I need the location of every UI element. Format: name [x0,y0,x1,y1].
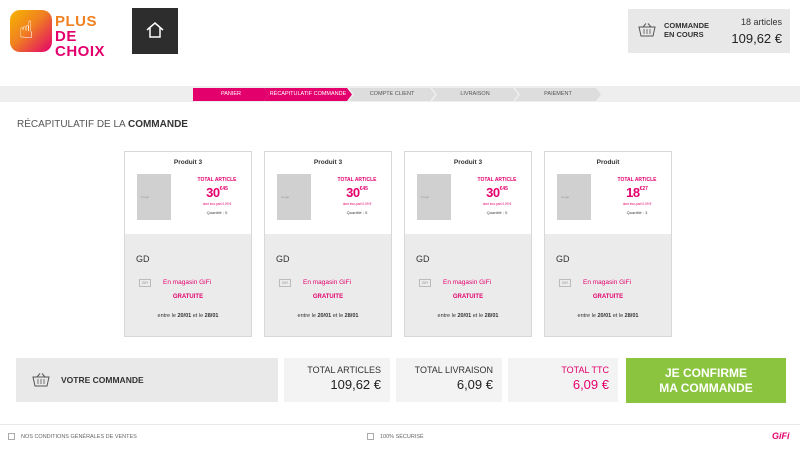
terms-link[interactable]: NOS CONDITIONS GÉNÉRALES DE VENTES [8,433,137,440]
delivery-dates: entre le 20/01 et le 28/01 [297,313,359,319]
step-4: LIVRAISON [432,88,518,101]
cart-count: 18 articles [740,17,782,27]
gifi-store-icon: GiFi [419,279,431,287]
shipping-free: GRATUITE [452,294,484,300]
step-3: COMPTE CLIENT [349,88,435,101]
step-2[interactable]: RÉCAPITULATIF COMMANDE [264,88,352,101]
delivery-info: GD GiFi En magasin GiFi GRATUITE entre le 20… [265,234,391,336]
store-pickup: En magasin GiFi [303,279,352,286]
order-summary: VOTRE COMMANDE [16,358,278,402]
seller-name: GD [416,254,430,264]
confirm-order-button[interactable]: JE CONFIRME MA COMMANDE [626,358,786,403]
product-price: 30€45 [346,185,368,200]
lock-card-icon [367,433,374,440]
total-shipping-label: TOTAL LIVRAISON [414,365,493,375]
product-title: Produit 3 [173,159,203,166]
total-article-label: TOTAL ARTICLE [337,177,377,183]
store-pickup: En magasin GiFi [163,279,212,286]
shipping-free: GRATUITE [592,294,624,300]
shipping-free: GRATUITE [312,294,344,300]
logo-line-1: PLUS [55,13,98,30]
quantity: Quantité : 3 [626,210,648,215]
product-image: image [417,174,451,220]
product-price: 18€27 [626,185,648,200]
product-image: image [277,174,311,220]
gifi-store-icon: GiFi [559,279,571,287]
delivery-dates: entre le 20/01 et le 28/01 [437,313,499,319]
total-ttc-value: 6,09 € [572,377,609,392]
product-price: 30€45 [206,185,228,200]
cart-label: COMMANDE EN COURS [664,21,709,39]
product-title: Produit 3 [313,159,343,166]
pointing-hand-icon: ☝ [10,10,52,52]
home-icon [146,22,164,38]
quantity: Quantité : 5 [486,210,508,215]
cart-summary[interactable]: COMMANDE EN COURS 18 articles 109,62 € [628,9,790,53]
secure-payment: 100% SÉCURISÉ [367,433,424,440]
gifi-store-icon: GiFi [139,279,151,287]
gifi-logo: GiFi [772,431,790,441]
total-articles-value: 109,62 € [330,377,381,392]
footer-divider [0,424,800,425]
seller-name: GD [276,254,290,264]
product-card[interactable]: Produit 3 image TOTAL ARTICLE 30€45 dont éco… [264,151,392,337]
product-card[interactable]: Produit 3 image TOTAL ARTICLE 30€45 dont éco… [404,151,532,337]
total-shipping-box: TOTAL LIVRAISON 6,09 € [396,358,502,402]
plus-de-choix-logo[interactable]: ☝ PLUS DE CHOIX [10,8,122,59]
home-button[interactable] [132,8,178,54]
product-price: 30€45 [486,185,508,200]
total-ttc-box: TOTAL TTC 6,09 € [508,358,618,402]
order-label: VOTRE COMMANDE [61,375,144,385]
product-title: Produit [596,159,620,166]
store-pickup: En magasin GiFi [583,279,632,286]
eco-part: dont éco-part 0,09 € [622,202,652,206]
eco-part: dont éco-part 0,09 € [342,202,372,206]
cart-total: 109,62 € [731,31,782,46]
total-shipping-value: 6,09 € [456,377,493,392]
seller-name: GD [136,254,150,264]
delivery-dates: entre le 20/01 et le 28/01 [577,313,639,319]
product-card[interactable]: Produit image TOTAL ARTICLE 18€27 dont éco-p… [544,151,672,337]
delivery-info: GD GiFi En magasin GiFi GRATUITE entre le 20… [545,234,671,336]
basket-icon [32,373,50,387]
eco-part: dont éco-part 0,09 € [482,202,512,206]
product-card[interactable]: Produit 3 image TOTAL ARTICLE 30€45 dont éco… [124,151,252,337]
eco-part: dont éco-part 0,09 € [202,202,232,206]
header: ☝ PLUS DE CHOIX COMMANDE EN COURS 18 art… [0,0,800,62]
page-title: RÉCAPITULATIF DE LA COMMANDE [17,119,188,130]
store-pickup: En magasin GiFi [443,279,492,286]
total-articles-box: TOTAL ARTICLES 109,62 € [284,358,390,402]
delivery-dates: entre le 20/01 et le 28/01 [157,313,219,319]
product-title: Produit 3 [453,159,483,166]
total-article-label: TOTAL ARTICLE [477,177,517,183]
logo-line-2: DE CHOIX [55,28,106,60]
step-5: PAIEMENT [515,88,601,101]
quantity: Quantité : 5 [346,210,368,215]
step-1[interactable]: PANIER [193,88,269,101]
total-ttc-label: TOTAL TTC [561,365,609,375]
product-image: image [557,174,591,220]
total-article-label: TOTAL ARTICLE [617,177,657,183]
quantity: Quantité : 5 [206,210,228,215]
delivery-info: GD GiFi En magasin GiFi GRATUITE entre le 20… [405,234,531,336]
product-image: image [137,174,171,220]
gifi-store-icon: GiFi [279,279,291,287]
seller-name: GD [556,254,570,264]
total-articles-label: TOTAL ARTICLES [307,365,381,375]
document-icon [8,433,15,440]
total-article-label: TOTAL ARTICLE [197,177,237,183]
shipping-free: GRATUITE [172,294,204,300]
basket-icon [638,23,656,37]
delivery-info: GD GiFi En magasin GiFi GRATUITE entre le 20… [125,234,251,336]
